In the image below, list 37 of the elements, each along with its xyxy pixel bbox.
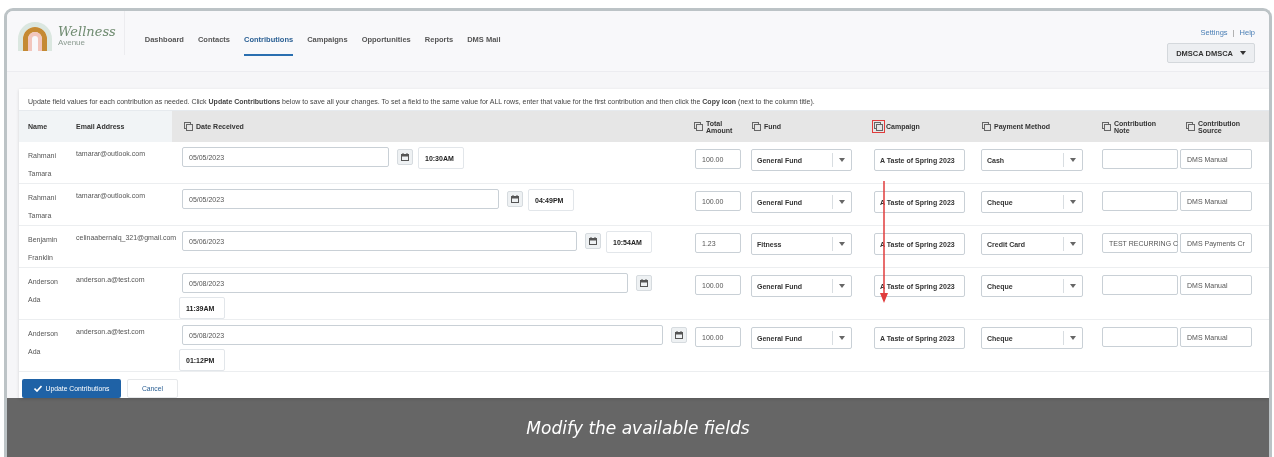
caret-icon [839, 158, 845, 162]
copy-icon[interactable] [1102, 122, 1111, 131]
checkmark-icon [33, 385, 42, 392]
copy-icon[interactable] [982, 122, 991, 131]
calendar-button[interactable] [671, 327, 687, 343]
caption-text: Modify the available fields [526, 418, 750, 438]
brand-name: Wellness [58, 25, 116, 38]
caret-icon [839, 284, 845, 288]
copy-icon[interactable] [694, 122, 703, 131]
calendar-icon [589, 237, 597, 245]
note-field[interactable] [1102, 191, 1178, 211]
calendar-icon [401, 153, 409, 161]
caret-icon [1070, 242, 1076, 246]
calendar-icon [511, 195, 519, 203]
caret-icon [839, 336, 845, 340]
calendar-button[interactable] [585, 233, 601, 249]
caret-icon [839, 200, 845, 204]
copy-icon[interactable] [752, 122, 761, 131]
copy-icon[interactable] [1186, 122, 1195, 131]
calendar-icon [675, 331, 683, 339]
caret-icon [1070, 158, 1076, 162]
note-field[interactable] [1102, 149, 1178, 169]
copy-icon[interactable] [874, 122, 883, 131]
caret-icon [1070, 284, 1076, 288]
calendar-button[interactable] [507, 191, 523, 207]
caret-icon [1240, 51, 1246, 55]
caret-icon [1070, 336, 1076, 340]
rainbow-logo-icon [15, 21, 55, 51]
calendar-icon [640, 279, 648, 287]
copy-icon[interactable] [184, 122, 193, 131]
note-field[interactable] [1102, 327, 1178, 347]
caret-icon [839, 242, 845, 246]
calendar-button[interactable] [636, 275, 652, 291]
brand-subtitle: Avenue [58, 38, 86, 47]
calendar-button[interactable] [397, 149, 413, 165]
caret-icon [1070, 200, 1076, 204]
note-field[interactable] [1102, 275, 1178, 295]
